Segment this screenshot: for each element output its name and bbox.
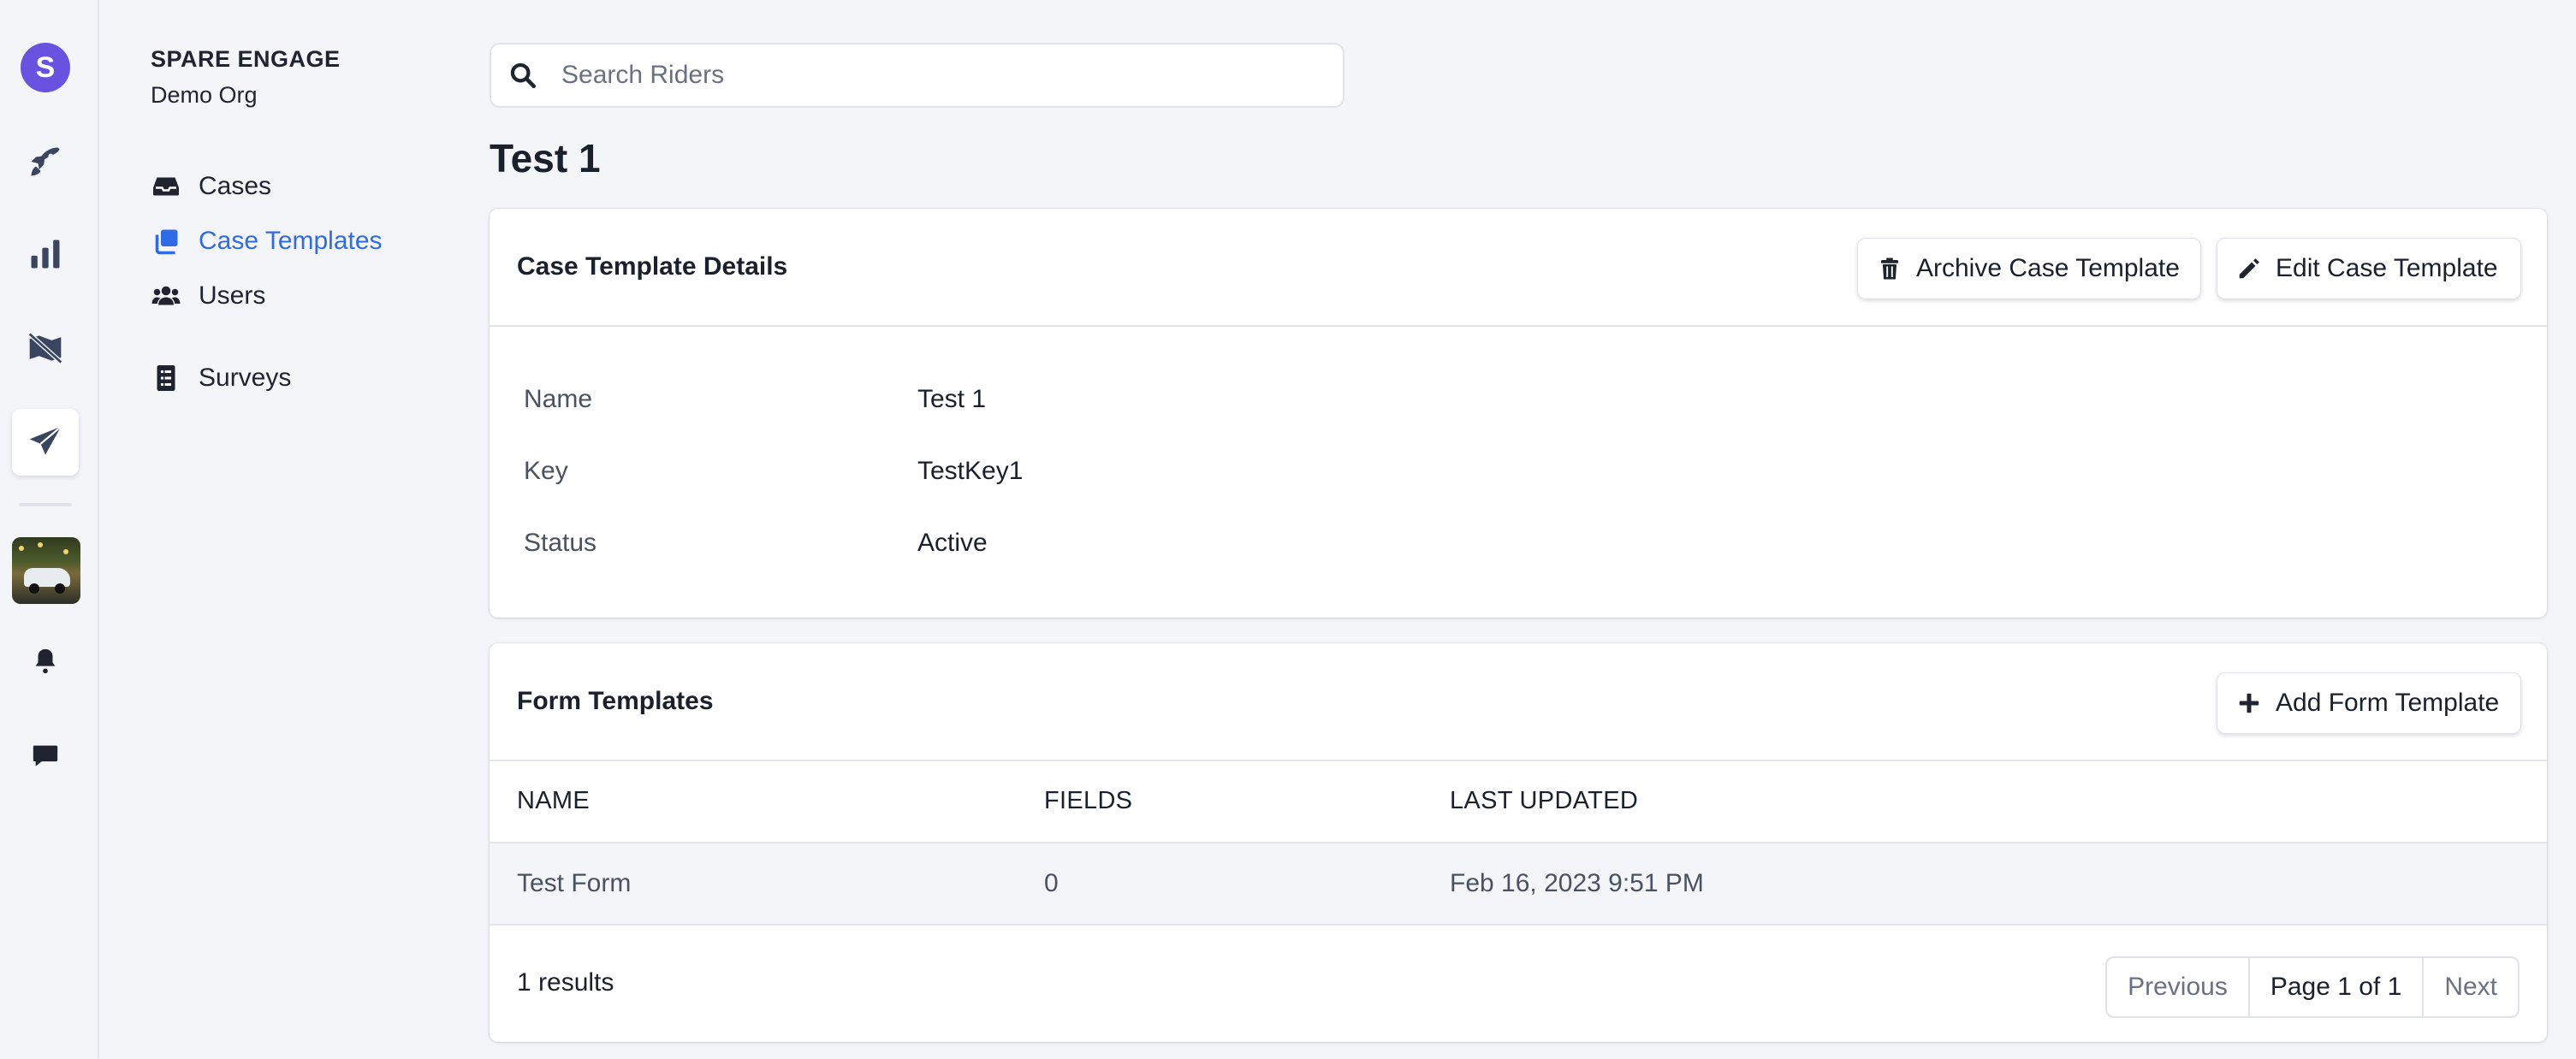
users-icon xyxy=(151,286,181,305)
search-icon xyxy=(510,62,537,89)
nav-item-label: Users xyxy=(199,281,266,310)
plus-icon xyxy=(2239,693,2259,713)
bell-icon xyxy=(35,648,56,674)
org-photo[interactable] xyxy=(12,537,80,604)
map-off-icon xyxy=(27,332,63,364)
detail-value-name: Test 1 xyxy=(917,385,987,413)
edit-case-template-button[interactable]: Edit Case Template xyxy=(2217,238,2521,299)
app-root: S SPARE ENGAGE Demo Org Cases Case Templ… xyxy=(0,0,2576,1059)
org-subtitle: Demo Org xyxy=(151,82,258,108)
inbox-icon xyxy=(153,177,179,196)
card-title: Case Template Details xyxy=(517,252,788,281)
workspace-avatar[interactable]: S xyxy=(12,34,79,101)
nav-item-label: Surveys xyxy=(199,364,292,392)
cell-last-updated: Feb 16, 2023 9:51 PM xyxy=(1450,869,1704,897)
rail-item-notifications[interactable] xyxy=(12,628,79,695)
cell-name: Test Form xyxy=(517,869,632,897)
form-templates-card: Form Templates Add Form Template NAME FI… xyxy=(490,643,2547,1042)
nav-item-label: Cases xyxy=(199,172,272,200)
photo-light xyxy=(38,542,43,547)
detail-value-key: TestKey1 xyxy=(917,457,1024,485)
bar-chart-icon xyxy=(31,240,60,269)
nav-item-label: Case Templates xyxy=(199,227,383,255)
photo-light xyxy=(19,546,24,551)
add-button-label: Add Form Template xyxy=(2276,689,2500,717)
detail-label-status: Status xyxy=(524,529,597,557)
column-header-fields[interactable]: FIELDS xyxy=(1044,787,1132,815)
page-indicator: Page 1 of 1 xyxy=(2247,958,2422,1016)
next-button[interactable]: Next xyxy=(2422,958,2518,1016)
archive-button-label: Archive Case Template xyxy=(1916,254,2180,282)
photo-wheel xyxy=(55,583,65,594)
edit-button-label: Edit Case Template xyxy=(2276,254,2498,282)
copy-icon xyxy=(155,229,178,255)
rail-item-rocket[interactable] xyxy=(12,128,79,195)
nav-item-surveys[interactable]: Surveys xyxy=(151,359,291,397)
survey-icon xyxy=(157,365,175,391)
paper-plane-icon xyxy=(29,425,62,455)
search-bar xyxy=(490,43,1344,108)
archive-case-template-button[interactable]: Archive Case Template xyxy=(1857,238,2201,299)
table-row[interactable]: Test Form 0 Feb 16, 2023 9:51 PM xyxy=(490,843,2547,926)
search-input[interactable] xyxy=(561,61,1297,90)
card-header: Case Template Details Archive Case Templ… xyxy=(490,209,2547,327)
previous-button[interactable]: Previous xyxy=(2107,958,2248,1016)
org-name: SPARE ENGAGE xyxy=(151,46,341,72)
column-header-last-updated[interactable]: LAST UPDATED xyxy=(1450,787,1638,815)
case-template-details-card: Case Template Details Archive Case Templ… xyxy=(490,209,2547,618)
rail-item-chat[interactable] xyxy=(12,722,79,789)
rail-item-engage[interactable] xyxy=(12,409,79,476)
rocket-icon xyxy=(31,147,60,176)
trash-icon xyxy=(1881,257,1898,280)
add-form-template-button[interactable]: Add Form Template xyxy=(2217,672,2521,734)
icon-rail: S xyxy=(0,0,99,1059)
card-title: Form Templates xyxy=(517,687,714,715)
card-header: Form Templates Add Form Template xyxy=(490,643,2547,761)
cell-fields: 0 xyxy=(1044,869,1059,897)
chat-icon xyxy=(33,745,58,766)
results-count: 1 results xyxy=(517,968,614,997)
nav-item-users[interactable]: Users xyxy=(151,277,265,315)
pencil-icon xyxy=(2239,258,2259,279)
nav-item-case-templates[interactable]: Case Templates xyxy=(151,222,383,260)
avatar: S xyxy=(21,43,70,92)
detail-label-name: Name xyxy=(524,385,593,413)
rail-divider xyxy=(19,503,72,506)
rail-item-analytics[interactable] xyxy=(12,221,79,287)
detail-value-status: Active xyxy=(917,529,988,557)
photo-wheel xyxy=(29,583,39,594)
photo-light xyxy=(63,549,68,554)
table-footer: 1 results Previous Page 1 of 1 Next xyxy=(490,926,2547,1045)
page-title: Test 1 xyxy=(490,136,601,180)
rail-item-map[interactable] xyxy=(12,315,79,382)
detail-label-key: Key xyxy=(524,457,568,485)
pagination: Previous Page 1 of 1 Next xyxy=(2105,956,2520,1018)
secondary-nav: SPARE ENGAGE Demo Org Cases Case Templat… xyxy=(99,0,476,1059)
column-header-name[interactable]: NAME xyxy=(517,787,590,815)
table-header: NAME FIELDS LAST UPDATED xyxy=(490,761,2547,843)
nav-item-cases[interactable]: Cases xyxy=(151,168,271,205)
